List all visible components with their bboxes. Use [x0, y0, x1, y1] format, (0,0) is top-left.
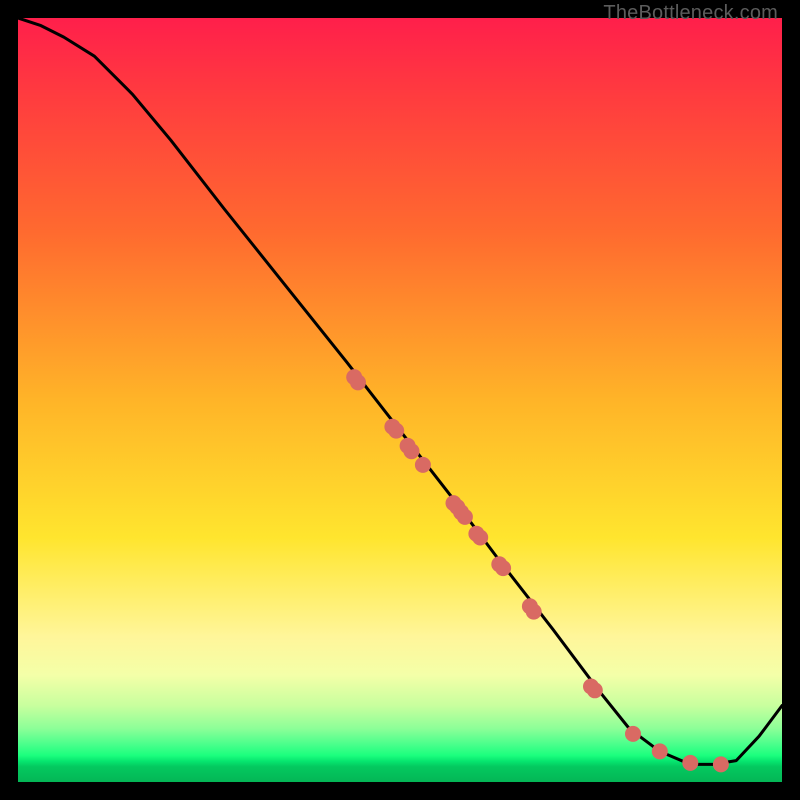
benchmark-dot	[495, 560, 511, 576]
benchmark-dot	[652, 743, 668, 759]
benchmark-dot	[587, 682, 603, 698]
benchmark-dot	[526, 604, 542, 620]
benchmark-dot	[472, 530, 488, 546]
benchmark-dot	[713, 756, 729, 772]
watermark-text: TheBottleneck.com	[603, 2, 778, 25]
benchmark-dot	[350, 374, 366, 390]
benchmark-dot	[457, 509, 473, 525]
benchmark-dot	[682, 755, 698, 771]
chart-stage: TheBottleneck.com	[0, 0, 800, 800]
benchmark-dot	[404, 443, 420, 459]
benchmark-dot	[625, 726, 641, 742]
benchmark-dot	[388, 423, 404, 439]
benchmark-dot	[415, 457, 431, 473]
plot-area	[18, 18, 782, 782]
bottleneck-curve	[18, 18, 782, 764]
curve-layer	[18, 18, 782, 782]
